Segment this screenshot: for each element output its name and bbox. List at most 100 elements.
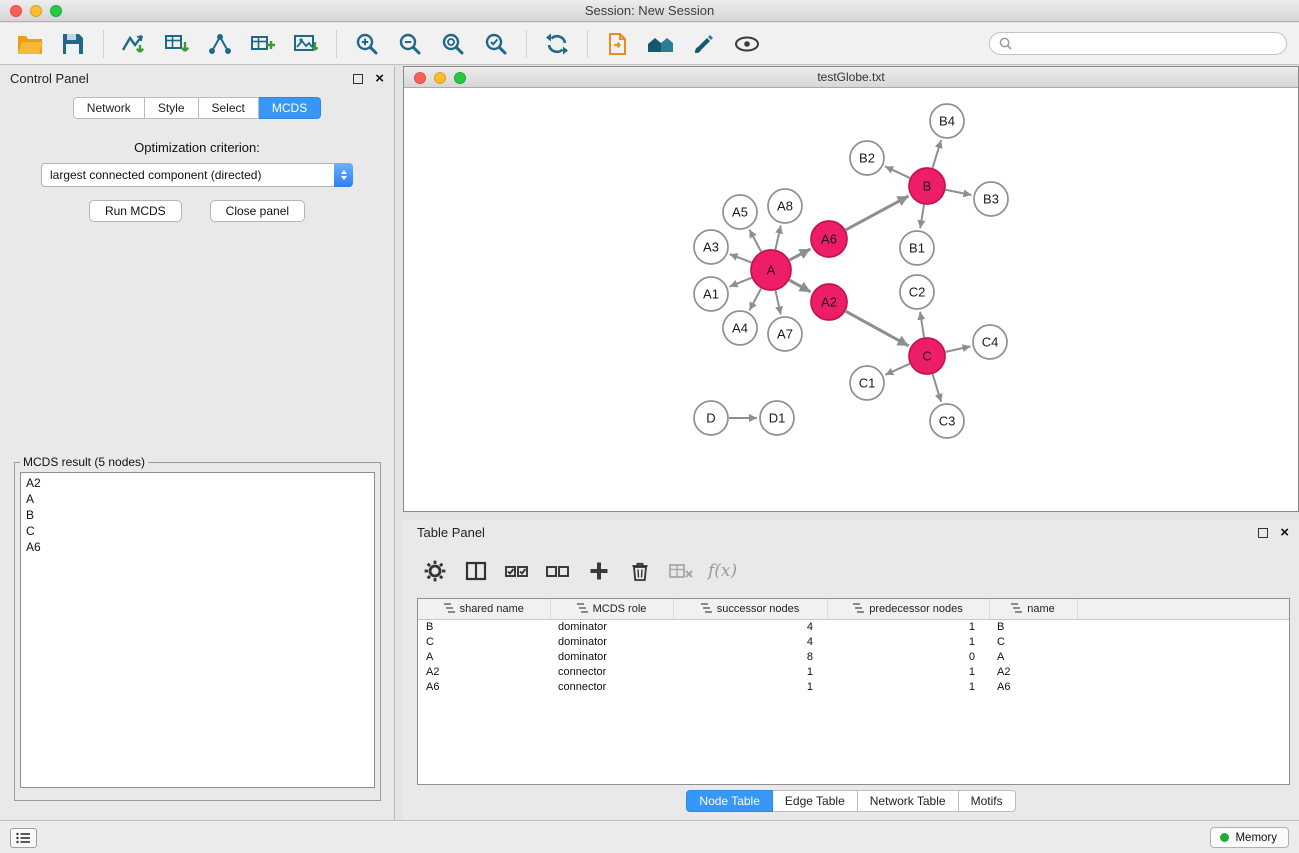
new-network-button[interactable] [202, 28, 238, 60]
edge-A-A3[interactable] [730, 254, 752, 262]
mcds-result-item[interactable]: C [26, 523, 369, 539]
table-row[interactable]: Bdominator41B [418, 619, 1289, 635]
criterion-dropdown[interactable]: largest connected component (directed) [41, 163, 353, 187]
node-C1[interactable]: C1 [850, 366, 884, 400]
network-canvas[interactable]: B4B2BB3A5A8A6A3AB1A1A2C2A4A7C4CC1DD1C3 [404, 89, 1298, 512]
table-row[interactable]: A6connector11A6 [418, 680, 1289, 695]
column-header-name[interactable]: name [989, 599, 1077, 619]
refresh-layout-button[interactable] [539, 28, 575, 60]
node-A4[interactable]: A4 [723, 311, 757, 345]
node-A5[interactable]: A5 [723, 195, 757, 229]
close-window-icon[interactable] [10, 5, 22, 17]
edge-B-B1[interactable] [920, 205, 924, 228]
save-session-button[interactable] [55, 28, 91, 60]
import-network-file-button[interactable] [116, 28, 152, 60]
node-D1[interactable]: D1 [760, 401, 794, 435]
create-column-button[interactable] [585, 557, 613, 585]
tab-node-table[interactable]: Node Table [686, 790, 773, 812]
edge-A-A2[interactable] [789, 280, 810, 292]
mcds-result-item[interactable]: A2 [26, 475, 369, 491]
node-B4[interactable]: B4 [930, 104, 964, 138]
dropdown-stepper-icon[interactable] [334, 163, 353, 187]
table-row[interactable]: Cdominator41C [418, 635, 1289, 650]
edge-A-A1[interactable] [730, 278, 752, 287]
edge-C-C2[interactable] [920, 312, 924, 337]
close-table-panel-icon[interactable]: × [1280, 527, 1289, 538]
mcds-result-item[interactable]: A6 [26, 539, 369, 555]
node-D[interactable]: D [694, 401, 728, 435]
delete-table-button[interactable] [667, 557, 695, 585]
new-table-button[interactable] [245, 28, 281, 60]
open-panel-button[interactable] [600, 28, 636, 60]
edge-C-C4[interactable] [946, 346, 971, 352]
close-panel-button[interactable]: Close panel [210, 200, 305, 222]
edge-A2-C[interactable] [846, 311, 909, 346]
node-A1[interactable]: A1 [694, 277, 728, 311]
minimize-network-window-icon[interactable] [434, 72, 446, 84]
node-C3[interactable]: C3 [930, 404, 964, 438]
zoom-fit-button[interactable] [435, 28, 471, 60]
select-all-columns-button[interactable] [503, 557, 531, 585]
edge-B-B3[interactable] [946, 190, 972, 195]
node-C[interactable]: C [909, 338, 945, 374]
open-session-button[interactable] [12, 28, 48, 60]
column-header-shared-name[interactable]: shared name [418, 599, 550, 619]
minimize-window-icon[interactable] [30, 5, 42, 17]
node-C2[interactable]: C2 [900, 275, 934, 309]
zoom-in-button[interactable] [349, 28, 385, 60]
column-header-predecessor-nodes[interactable]: predecessor nodes [827, 599, 989, 619]
node-B2[interactable]: B2 [850, 141, 884, 175]
float-panel-icon[interactable] [353, 74, 363, 84]
node-A3[interactable]: A3 [694, 230, 728, 264]
table-settings-button[interactable] [421, 557, 449, 585]
node-B[interactable]: B [909, 168, 945, 204]
tab-edge-table[interactable]: Edge Table [773, 790, 858, 812]
tab-mcds[interactable]: MCDS [259, 97, 321, 119]
table-row[interactable]: A2connector11A2 [418, 665, 1289, 680]
mcds-result-item[interactable]: B [26, 507, 369, 523]
tab-network[interactable]: Network [73, 97, 145, 119]
show-panels-button[interactable] [10, 828, 37, 848]
export-image-button[interactable] [288, 28, 324, 60]
zoom-window-icon[interactable] [50, 5, 62, 17]
node-A[interactable]: A [751, 250, 791, 290]
edge-A-A6[interactable] [790, 249, 811, 260]
node-B3[interactable]: B3 [974, 182, 1008, 216]
edge-C-C1[interactable] [885, 364, 909, 375]
home-button[interactable] [643, 28, 679, 60]
edge-B-B2[interactable] [885, 166, 910, 178]
search-input[interactable] [1018, 37, 1277, 51]
edge-A-A8[interactable] [775, 226, 780, 250]
zoom-selected-button[interactable] [478, 28, 514, 60]
close-panel-icon[interactable]: × [375, 73, 384, 84]
zoom-out-button[interactable] [392, 28, 428, 60]
column-header-MCDS-role[interactable]: MCDS role [550, 599, 673, 619]
table-row[interactable]: Adominator80A [418, 650, 1289, 665]
mcds-result-item[interactable]: A [26, 491, 369, 507]
edge-A-A4[interactable] [749, 289, 761, 311]
node-B1[interactable]: B1 [900, 231, 934, 265]
eye-button[interactable] [729, 28, 765, 60]
edge-A-A7[interactable] [775, 291, 780, 315]
tab-select[interactable]: Select [199, 97, 259, 119]
close-network-window-icon[interactable] [414, 72, 426, 84]
node-A2[interactable]: A2 [811, 284, 847, 320]
tab-network-table[interactable]: Network Table [858, 790, 959, 812]
search-box[interactable] [989, 32, 1287, 55]
column-header-successor-nodes[interactable]: successor nodes [673, 599, 827, 619]
tab-style[interactable]: Style [145, 97, 199, 119]
node-A6[interactable]: A6 [811, 221, 847, 257]
deselect-all-columns-button[interactable] [544, 557, 572, 585]
edge-A6-B[interactable] [846, 196, 909, 230]
import-table-file-button[interactable] [159, 28, 195, 60]
node-C4[interactable]: C4 [973, 325, 1007, 359]
delete-column-button[interactable] [626, 557, 654, 585]
show-columns-button[interactable] [462, 557, 490, 585]
edge-A-A5[interactable] [749, 230, 761, 252]
node-A7[interactable]: A7 [768, 317, 802, 351]
float-table-panel-icon[interactable] [1258, 528, 1268, 538]
edge-C-C3[interactable] [933, 374, 942, 402]
brush-button[interactable] [686, 28, 722, 60]
zoom-network-window-icon[interactable] [454, 72, 466, 84]
function-builder-button[interactable]: f(x) [708, 557, 737, 585]
